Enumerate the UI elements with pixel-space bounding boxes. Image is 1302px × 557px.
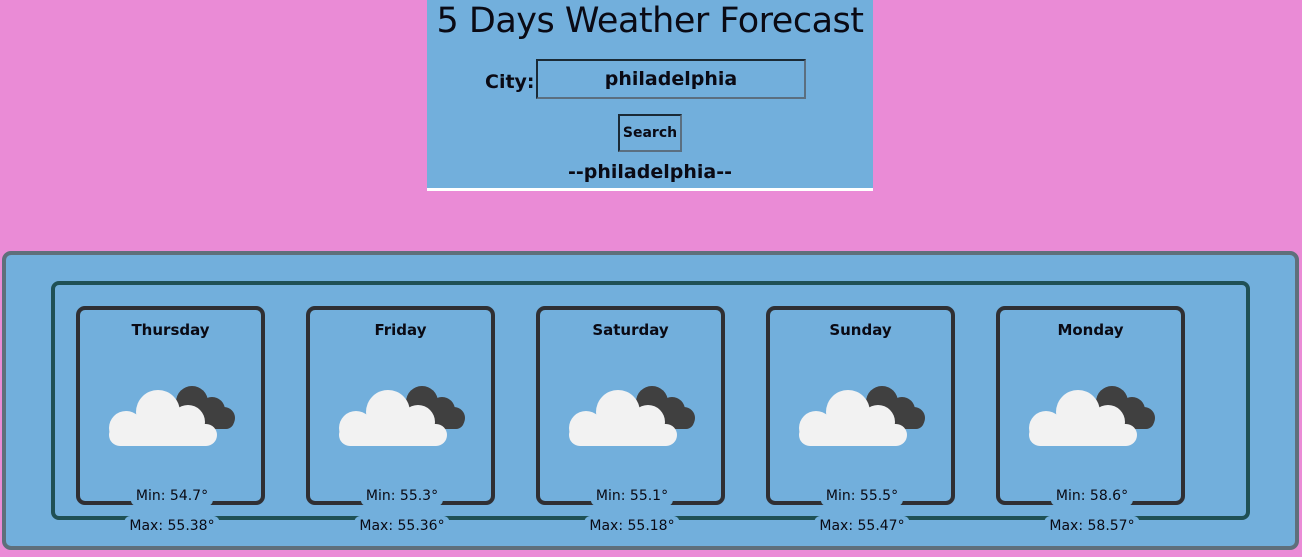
forecast-card: Saturday	[536, 306, 725, 505]
forecast-card: Sunday	[766, 306, 955, 505]
max-temp: Max: 55.36°	[354, 516, 450, 536]
day-name: Sunday	[829, 321, 892, 339]
partly-cloudy-icon	[798, 382, 928, 452]
min-temp: Min: 55.1°	[590, 486, 674, 506]
forecast-card: Thursday	[76, 306, 265, 505]
partly-cloudy-icon	[568, 382, 698, 452]
city-input[interactable]	[536, 59, 806, 99]
max-temp: Max: 55.18°	[584, 516, 680, 536]
max-temp: Max: 55.47°	[814, 516, 910, 536]
day-name: Thursday	[131, 321, 210, 339]
min-temp: Min: 58.6°	[1050, 486, 1134, 506]
day-name: Saturday	[592, 321, 669, 339]
city-label: City:	[485, 71, 535, 93]
max-temp: Max: 55.38°	[124, 516, 220, 536]
partly-cloudy-icon	[338, 382, 468, 452]
search-button[interactable]: Search	[618, 114, 682, 152]
partly-cloudy-icon	[108, 382, 238, 452]
max-temp: Max: 58.57°	[1044, 516, 1140, 536]
forecast-card: Monday	[996, 306, 1185, 505]
day-name: Friday	[374, 321, 427, 339]
forecast-card: Friday	[306, 306, 495, 505]
page-title: 5 Days Weather Forecast	[436, 1, 864, 41]
partly-cloudy-icon	[1028, 382, 1158, 452]
min-temp: Min: 54.7°	[130, 486, 214, 506]
min-temp: Min: 55.3°	[360, 486, 444, 506]
search-header: 5 Days Weather Forecast City: Search --p…	[427, 0, 873, 191]
result-city: --philadelphia--	[568, 161, 732, 183]
day-name: Monday	[1057, 321, 1124, 339]
min-temp: Min: 55.5°	[820, 486, 904, 506]
